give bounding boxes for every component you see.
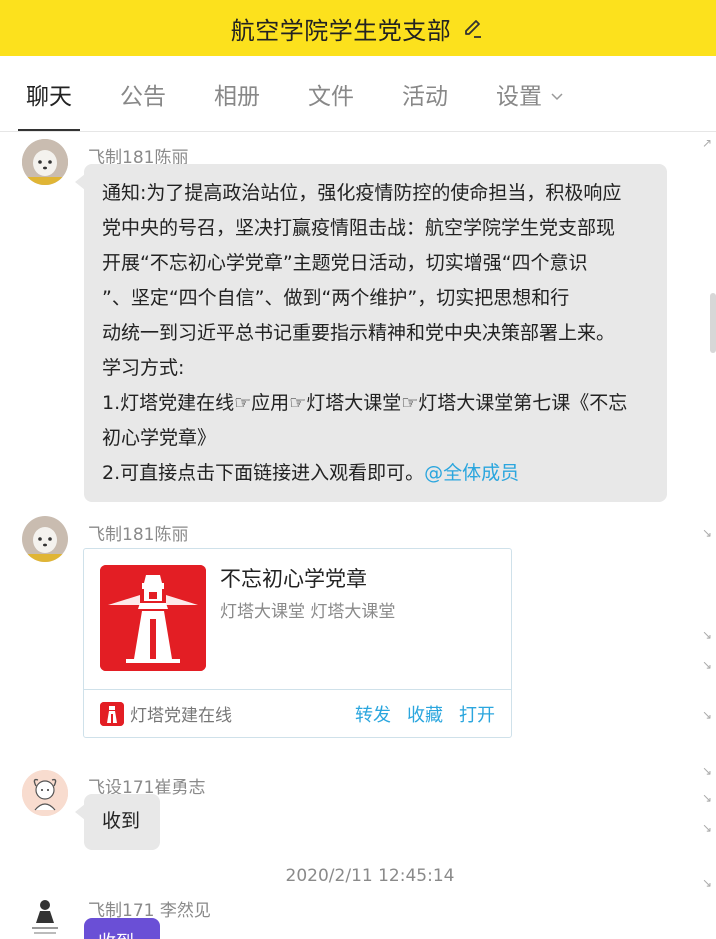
chevron-down-icon (550, 81, 564, 107)
message-line: 1.灯塔党建在线☞应用☞灯塔大课堂☞灯塔大课堂第七课《不忘 (102, 392, 628, 414)
arrow-icon: ↘ (702, 791, 713, 805)
arrow-icon: ↘ (702, 628, 713, 642)
app-name: 灯塔党建在线 (130, 706, 232, 726)
message-line: 开展“不忘初心学党章”主题党日活动，切实增强“四个意识 (102, 252, 588, 274)
tab-files[interactable]: 文件 (306, 57, 356, 131)
group-title: 航空学院学生党支部 (230, 16, 452, 45)
message-line: 学习方式: (102, 357, 185, 379)
tab-activity[interactable]: 活动 (400, 57, 450, 131)
forward-button[interactable]: 转发 (355, 701, 391, 727)
tab-announcement[interactable]: 公告 (118, 57, 168, 131)
avatar[interactable] (22, 893, 68, 939)
message-text: 2.可直接点击下面链接进入观看即可。 (102, 462, 425, 484)
lighthouse-logo (100, 565, 206, 671)
arrow-icon: ↘ (702, 821, 713, 835)
message-bubble[interactable]: 通知:为了提高政治站位，强化疫情防控的使命担当，积极响应 党中央的号召，坚决打赢… (75, 164, 667, 502)
tab-activity-label: 活动 (402, 84, 448, 110)
chat-area[interactable]: 飞制181陈丽 通知:为了提高政治站位，强化疫情防控的使命担当，积极响应 党中央… (0, 133, 716, 939)
arrow-icon: ↘ (702, 526, 713, 540)
avatar[interactable] (22, 516, 68, 562)
tab-announcement-label: 公告 (120, 84, 166, 110)
tab-bar: 聊天 公告 相册 文件 活动 设置 (0, 56, 716, 132)
message-line: 2.可直接点击下面链接进入观看即可。@全体成员 (102, 456, 667, 491)
arrow-icon: ↘ (702, 658, 713, 672)
message-line: 党中央的号召，坚决打赢疫情阻击战：航空学院学生党支部现 (102, 217, 616, 239)
message-text: 收到 (102, 810, 141, 832)
message-line: ”、坚定“四个自信”、做到“两个维护”，切实把思想和行 (102, 287, 570, 309)
message-line: 动统一到习近平总书记重要指示精神和党中央决策部署上来。 (102, 322, 616, 344)
arrow-icon: ↘ (702, 764, 713, 778)
message-line: 初心学党章》 (102, 427, 217, 449)
tab-album-label: 相册 (214, 84, 260, 110)
message-bubble[interactable]: 收到 (75, 794, 160, 850)
avatar[interactable] (22, 770, 68, 816)
favorite-button[interactable]: 收藏 (407, 701, 443, 727)
card-title: 不忘初心学党章 (220, 567, 367, 591)
group-title-bar: 航空学院学生党支部 (0, 0, 716, 56)
open-button[interactable]: 打开 (459, 701, 495, 727)
share-card[interactable]: 不忘初心学党章 灯塔大课堂 灯塔大课堂 灯塔党建在线 转发 收藏 打开 (83, 548, 512, 738)
message-bubble[interactable]: 收到 (84, 918, 160, 939)
card-subtitle: 灯塔大课堂 灯塔大课堂 (220, 602, 396, 622)
arrow-icon: ↘ (702, 876, 713, 890)
tab-album[interactable]: 相册 (212, 57, 262, 131)
message-line: 通知:为了提高政治站位，强化疫情防控的使命担当，积极响应 (102, 182, 622, 204)
scrollbar[interactable] (710, 293, 716, 353)
tab-settings-label: 设置 (496, 84, 542, 110)
tab-files-label: 文件 (308, 84, 354, 110)
tab-chat[interactable]: 聊天 (18, 57, 80, 131)
sender-name: 飞制181陈丽 (88, 525, 189, 545)
message-timestamp: 2020/2/11 12:45:14 (285, 866, 455, 886)
mention-all-link[interactable]: @全体成员 (424, 462, 519, 484)
arrow-icon: ↗ (702, 136, 713, 150)
tab-chat-label: 聊天 (26, 84, 72, 110)
arrow-icon: ↘ (702, 708, 713, 722)
message-text: 收到 (98, 932, 134, 939)
avatar[interactable] (22, 139, 68, 185)
app-icon (100, 701, 124, 726)
card-footer: 灯塔党建在线 转发 收藏 打开 (84, 689, 511, 737)
tab-settings[interactable]: 设置 (494, 57, 566, 131)
pencil-icon[interactable] (461, 16, 485, 40)
